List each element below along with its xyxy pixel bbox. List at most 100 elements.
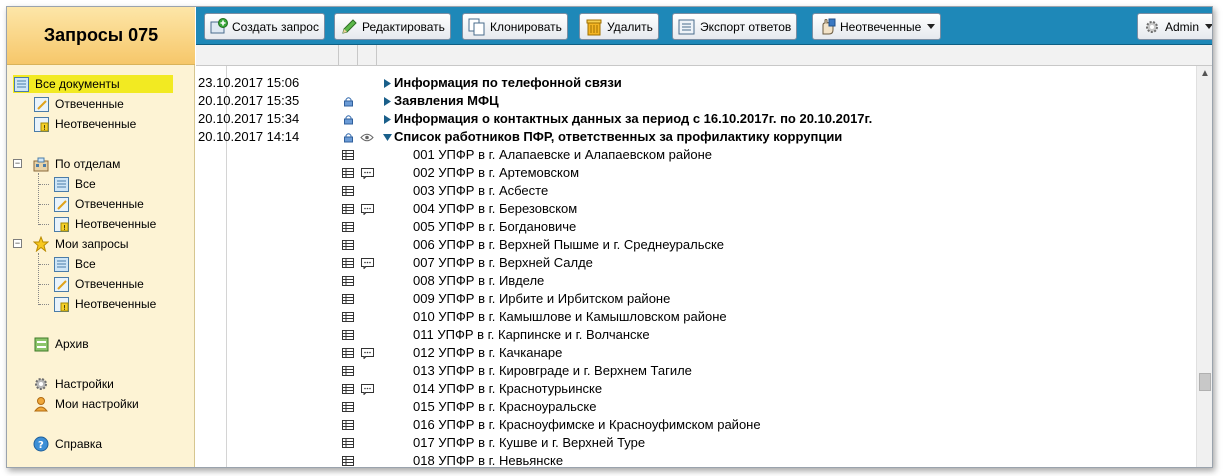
- department-name: 015 УПФР в г. Красноуральске: [413, 399, 597, 414]
- user-menu-dropdown[interactable]: Admin: [1137, 13, 1212, 40]
- table-icon: [340, 200, 356, 218]
- svg-text:?: ?: [38, 440, 44, 451]
- table-icon: [340, 218, 356, 236]
- request-row[interactable]: 20.10.2017 15:35 Заявления МФЦ: [196, 92, 1196, 110]
- scroll-up-icon[interactable]: ▲: [1197, 68, 1212, 82]
- comment-icon[interactable]: [359, 380, 375, 398]
- comment-icon[interactable]: [359, 254, 375, 272]
- department-row[interactable]: 013 УПФР в г. Кировграде и г. Верхнем Та…: [196, 362, 1196, 380]
- table-icon: [340, 182, 356, 200]
- expand-arrow-icon[interactable]: [382, 110, 392, 128]
- delete-label: Удалить: [607, 19, 653, 34]
- department-row[interactable]: 011 УПФР в г. Карпинске и г. Волчанске: [196, 326, 1196, 344]
- comment-icon[interactable]: [359, 344, 375, 362]
- request-row[interactable]: 20.10.2017 15:34 Информация о контактных…: [196, 110, 1196, 128]
- nav-my-requests-label: Мои запросы: [55, 237, 129, 251]
- department-name: 018 УПФР в г. Невьянске: [413, 453, 564, 467]
- table-icon: [340, 146, 356, 164]
- tree-branch: [39, 304, 49, 305]
- department-row[interactable]: 007 УПФР в г. Верхней Салде: [196, 254, 1196, 272]
- nav-unanswered-label: Неотвеченные: [55, 117, 137, 131]
- nav-my-unanswered[interactable]: ! Неотвеченные: [53, 295, 156, 313]
- table-icon: [340, 254, 356, 272]
- clone-button[interactable]: Клонировать: [462, 13, 568, 40]
- nav-my-requests[interactable]: Мои запросы: [33, 235, 129, 253]
- nav-dept-all[interactable]: Все: [53, 175, 96, 193]
- department-name: 005 УПФР в г. Богдановиче: [413, 219, 577, 234]
- export-answers-button[interactable]: Экспорт ответов: [672, 13, 798, 40]
- comment-icon[interactable]: [359, 200, 375, 218]
- app-window: Запросы 075 Все документы Отвеченные ! Н…: [6, 6, 1213, 468]
- collapse-departments-toggle[interactable]: −: [13, 159, 22, 168]
- collapse-arrow-icon[interactable]: [382, 128, 392, 146]
- delete-button[interactable]: Удалить: [579, 13, 659, 40]
- department-row[interactable]: 016 УПФР в г. Красноуфимске и Красноуфим…: [196, 416, 1196, 434]
- department-name: 001 УПФР в г. Алапаевске и Алапаевском р…: [413, 147, 712, 162]
- expand-arrow-icon[interactable]: [382, 74, 392, 92]
- nav-my-settings[interactable]: Мои настройки: [33, 395, 139, 413]
- request-row[interactable]: 20.10.2017 14:14 Список работников ПФР, …: [196, 128, 1196, 146]
- edit-button[interactable]: Редактировать: [334, 13, 451, 40]
- pencil-icon: [340, 18, 358, 36]
- nav-my-all-label: Все: [75, 257, 96, 271]
- department-row[interactable]: 018 УПФР в г. Невьянске: [196, 452, 1196, 467]
- gear-icon: [33, 376, 49, 392]
- create-request-icon: [210, 17, 228, 36]
- nav-settings[interactable]: Настройки: [33, 375, 114, 393]
- comment-icon[interactable]: [359, 164, 375, 182]
- nav-dept-answered[interactable]: Отвеченные: [53, 195, 144, 213]
- column-header-date[interactable]: [196, 45, 339, 66]
- nav-archive[interactable]: Архив: [33, 335, 89, 353]
- archive-icon: [33, 336, 49, 352]
- column-header-comments[interactable]: [358, 45, 377, 66]
- department-row[interactable]: 004 УПФР в г. Березовском: [196, 200, 1196, 218]
- nav-all-documents[interactable]: Все документы: [13, 75, 173, 93]
- department-row[interactable]: 014 УПФР в г. Краснотурьинске: [196, 380, 1196, 398]
- table-icon: [340, 290, 356, 308]
- department-row[interactable]: 012 УПФР в г. Качканаре: [196, 344, 1196, 362]
- department-row[interactable]: 017 УПФР в г. Кушве и г. Верхней Туре: [196, 434, 1196, 452]
- nav-my-answered[interactable]: Отвеченные: [53, 275, 144, 293]
- scrollbar-thumb[interactable]: [1199, 373, 1211, 391]
- collapse-my-requests-toggle[interactable]: −: [13, 239, 22, 248]
- unanswered-doc-icon: !: [53, 296, 69, 312]
- department-row[interactable]: 010 УПФР в г. Камышлове и Камышловском р…: [196, 308, 1196, 326]
- request-row[interactable]: 23.10.2017 15:06 Информация по телефонно…: [196, 74, 1196, 92]
- chevron-down-icon: [927, 24, 936, 29]
- department-row[interactable]: 006 УПФР в г. Верхней Пышме и г. Среднеу…: [196, 236, 1196, 254]
- lock-icon: [340, 92, 356, 110]
- filter-dropdown[interactable]: Неотвеченные: [812, 13, 942, 40]
- nav-all-documents-label: Все документы: [35, 77, 120, 91]
- nav-unanswered[interactable]: ! Неотвеченные: [33, 115, 136, 133]
- nav-by-departments-label: По отделам: [55, 157, 121, 171]
- department-row[interactable]: 001 УПФР в г. Алапаевске и Алапаевском р…: [196, 146, 1196, 164]
- nav-dept-unanswered[interactable]: ! Неотвеченные: [53, 215, 156, 233]
- request-title: Список работников ПФР, ответственных за …: [394, 129, 843, 144]
- nav-answered-label: Отвеченные: [55, 97, 124, 111]
- nav-answered[interactable]: Отвеченные: [33, 95, 124, 113]
- department-name: 006 УПФР в г. Верхней Пышме и г. Среднеу…: [413, 237, 725, 252]
- request-date: 23.10.2017 15:06: [198, 75, 300, 90]
- nav-by-departments[interactable]: По отделам: [33, 155, 120, 173]
- department-name: 014 УПФР в г. Краснотурьинске: [413, 381, 603, 396]
- table-icon: [340, 452, 356, 467]
- svg-text:!: !: [43, 124, 46, 132]
- vertical-scrollbar[interactable]: ▲: [1196, 66, 1212, 467]
- expand-arrow-icon[interactable]: [382, 92, 392, 110]
- tree-branch: [39, 224, 49, 225]
- department-row[interactable]: 015 УПФР в г. Красноуральске: [196, 398, 1196, 416]
- filter-hand-icon: [818, 18, 836, 36]
- department-row[interactable]: 009 УПФР в г. Ирбите и Ирбитском районе: [196, 290, 1196, 308]
- column-header-title[interactable]: [377, 45, 1212, 66]
- tree-line: [38, 173, 39, 225]
- department-row[interactable]: 002 УПФР в г. Артемовском: [196, 164, 1196, 182]
- answered-doc-icon: [33, 96, 49, 112]
- help-icon: ?: [33, 436, 49, 452]
- department-row[interactable]: 008 УПФР в г. Ивделе: [196, 272, 1196, 290]
- nav-help[interactable]: ? Справка: [33, 435, 102, 453]
- department-row[interactable]: 003 УПФР в г. Асбесте: [196, 182, 1196, 200]
- department-row[interactable]: 005 УПФР в г. Богдановиче: [196, 218, 1196, 236]
- create-request-button[interactable]: Создать запрос: [204, 13, 325, 40]
- column-header-type[interactable]: [339, 45, 358, 66]
- nav-my-all[interactable]: Все: [53, 255, 96, 273]
